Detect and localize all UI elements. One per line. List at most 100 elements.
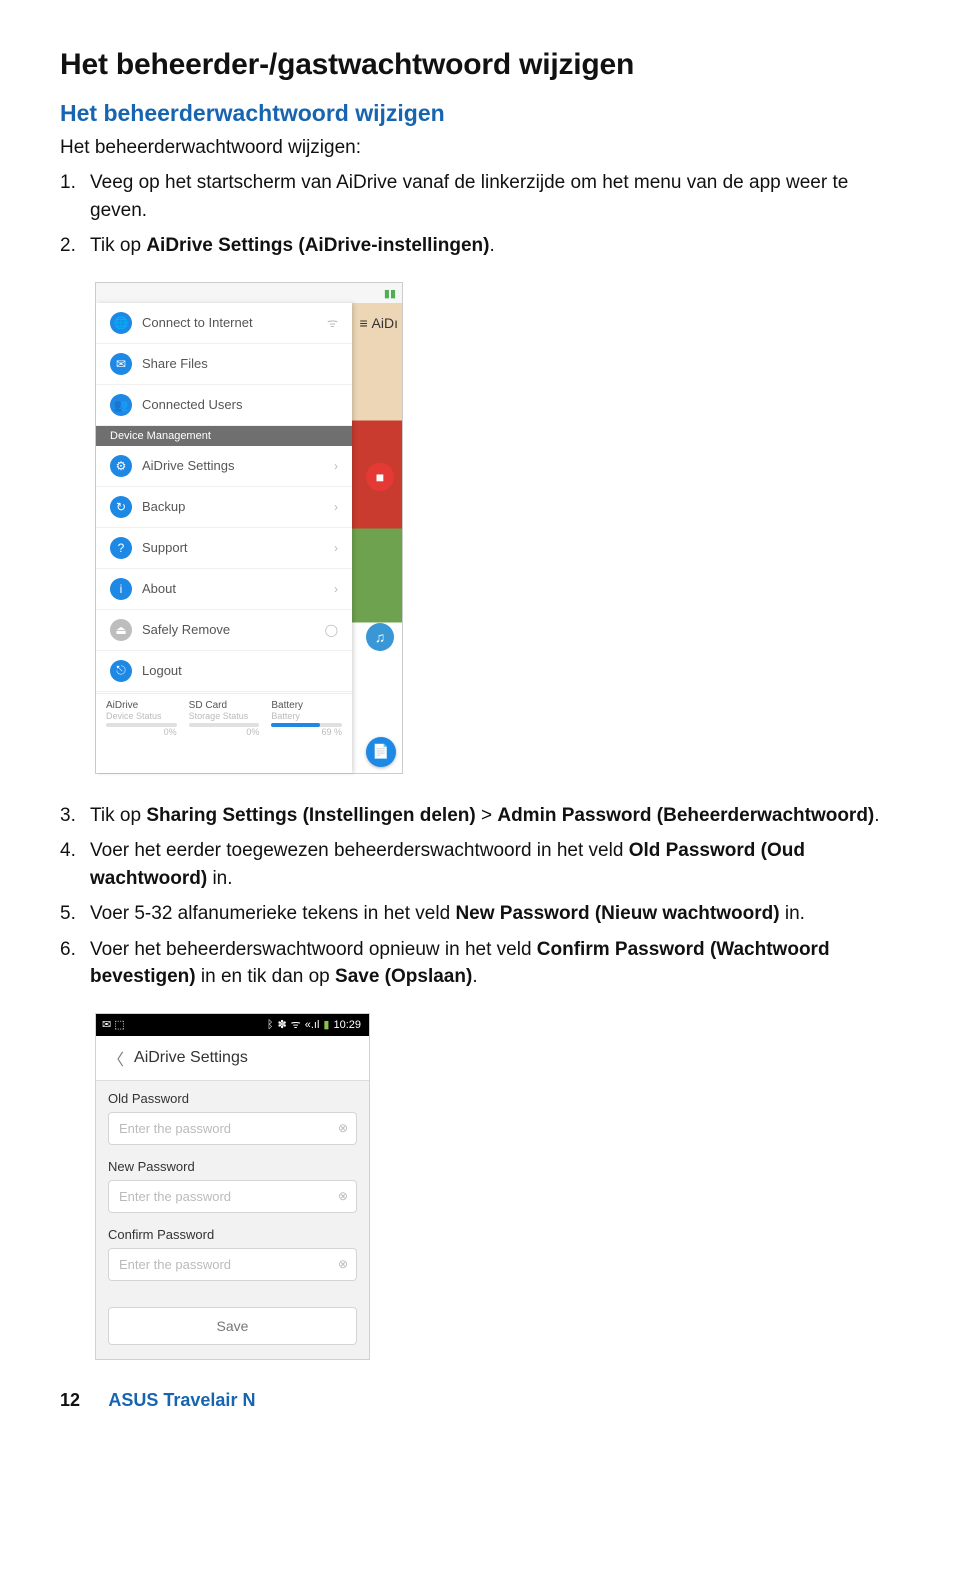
step-5: Voer 5-32 alfanumerieke tekens in het ve… xyxy=(60,900,900,928)
stat-label: AiDrive xyxy=(106,700,177,711)
drawer-item[interactable]: ✉Share Files xyxy=(96,344,352,385)
placeholder-text: Enter the password xyxy=(119,1189,231,1204)
placeholder-text: Enter the password xyxy=(119,1121,231,1136)
password-input[interactable]: Enter the password ⊗ xyxy=(108,1180,357,1213)
clear-icon[interactable]: ⊗ xyxy=(338,1121,348,1135)
video-icon: ■ xyxy=(366,463,394,491)
status-dot-icon: ◯ xyxy=(325,623,338,637)
drawer: 🌐 Connect to Internet ᯤ ✉Share Files 👥 Connec… xyxy=(96,303,352,773)
password-input[interactable]: Enter the password ⊗ xyxy=(108,1248,357,1281)
screenshot-aidrive-drawer: ▮▮ ≡ AiDı ■ ♫ 📄 🌐Connect to Internetᯤ✉Sh… xyxy=(95,282,900,774)
field-label: Old Password xyxy=(108,1089,357,1112)
drawer-item-icon: ⏏ xyxy=(110,619,132,641)
password-field-group: Confirm Password Enter the password ⊗ xyxy=(96,1217,369,1285)
stat-sub: Battery xyxy=(271,711,342,721)
chevron-right-icon: › xyxy=(334,459,338,473)
step-bold: AiDrive Settings (AiDrive-instellingen) xyxy=(146,235,489,256)
drawer-item[interactable]: ↻ Backup › xyxy=(96,487,352,528)
peek-title: ≡ AiDı xyxy=(359,315,398,331)
drawer-item-label: Connected Users xyxy=(142,397,242,412)
drawer-item-icon: ↻ xyxy=(110,496,132,518)
screenshot-aidrive-settings: ✉⬚ ᛒ ✽ ᯤ «.ıl ▮ 10:29 〈 AiDrive Settings… xyxy=(95,1013,900,1360)
drawer-item[interactable]: ⚙ AiDrive Settings › xyxy=(96,446,352,487)
drawer-item-icon: ? xyxy=(110,537,132,559)
drawer-item[interactable]: ⎋ Logout xyxy=(96,651,352,692)
stat-sub: Storage Status xyxy=(189,711,260,721)
stat-pct: 0% xyxy=(189,727,260,737)
step-bold: Admin Password (Beheerderwachtwoord) xyxy=(497,805,874,826)
clock: 10:29 xyxy=(333,1019,361,1031)
step-bold: New Password (Nieuw wachtwoord) xyxy=(455,903,779,924)
stat-bar xyxy=(189,723,260,727)
drawer-item-label: Backup xyxy=(142,499,185,514)
step-2: Tik op AiDrive Settings (AiDrive-instell… xyxy=(60,232,900,260)
drawer-item[interactable]: 👥 Connected Users xyxy=(96,385,352,426)
wifi-icon: ᯤ xyxy=(291,1017,301,1032)
bluetooth-icon: ᛒ xyxy=(267,1019,274,1031)
field-label: New Password xyxy=(108,1157,357,1180)
drawer-item-label: Connect to Internet xyxy=(142,315,253,330)
step-3: Tik op Sharing Settings (Instellingen de… xyxy=(60,802,900,830)
status-icon: ✉ xyxy=(102,1018,111,1031)
drawer-item-icon: 👥 xyxy=(110,394,132,416)
drawer-stats: AiDriveDevice Status0%SD CardStorage Sta… xyxy=(96,693,352,743)
drawer-item[interactable]: iAbout› xyxy=(96,569,352,610)
drawer-stat: SD CardStorage Status 0% xyxy=(189,700,260,737)
password-field-group: Old Password Enter the password ⊗ xyxy=(96,1081,369,1149)
section-title: Het beheerderwachtwoord wijzigen xyxy=(60,100,900,127)
settings-header: 〈 AiDrive Settings xyxy=(96,1036,369,1081)
page-number: 12 xyxy=(60,1390,80,1410)
stat-sub: Device Status xyxy=(106,711,177,721)
step-6: Voer het beheerderswachtwoord opnieuw in… xyxy=(60,936,900,991)
intro-text: Het beheerderwachtwoord wijzigen: xyxy=(60,137,900,159)
stat-bar xyxy=(106,723,177,727)
status-icon: ⬚ xyxy=(114,1018,124,1031)
drawer-item[interactable]: 🌐 Connect to Internet ᯤ xyxy=(96,303,352,344)
clear-icon[interactable]: ⊗ xyxy=(338,1257,348,1271)
drawer-item-icon: ⎋ xyxy=(110,660,132,682)
header-title: AiDrive Settings xyxy=(134,1049,248,1067)
footer-product: ASUS Travelair N xyxy=(108,1390,255,1410)
step-bold: Sharing Settings (Instellingen delen) xyxy=(146,805,475,826)
step-text: . xyxy=(489,235,494,256)
password-input[interactable]: Enter the password ⊗ xyxy=(108,1112,357,1145)
step-text: Tik op xyxy=(90,235,146,256)
drawer-item-icon: ✉ xyxy=(110,353,132,375)
signal-icon: «.ıl xyxy=(305,1019,320,1031)
step-text: Tik op xyxy=(90,805,146,826)
signal-icon: ▮▮ xyxy=(384,287,396,300)
step-text: in. xyxy=(780,903,805,924)
placeholder-text: Enter the password xyxy=(119,1257,231,1272)
wifi-icon: ✽ xyxy=(277,1018,286,1031)
step-text: . xyxy=(874,805,879,826)
add-file-button[interactable]: 📄 xyxy=(366,737,396,767)
drawer-stat: BatteryBattery 69 % xyxy=(271,700,342,737)
field-label: Confirm Password xyxy=(108,1225,357,1248)
save-button[interactable]: Save xyxy=(108,1307,357,1345)
drawer-section-header: Device Management xyxy=(96,426,352,446)
chevron-right-icon: › xyxy=(334,582,338,596)
back-icon[interactable]: 〈 xyxy=(108,1046,124,1070)
drawer-stat: AiDriveDevice Status 0% xyxy=(106,700,177,737)
drawer-item-label: Logout xyxy=(142,663,182,678)
step-1: Veeg op het startscherm van AiDrive vana… xyxy=(60,169,900,224)
drawer-item-icon: 🌐 xyxy=(110,312,132,334)
stat-pct: 0% xyxy=(106,727,177,737)
stat-label: Battery xyxy=(271,700,342,711)
chevron-right-icon: › xyxy=(334,500,338,514)
stat-bar xyxy=(271,723,342,727)
step-bold: Save (Opslaan) xyxy=(335,966,472,987)
drawer-item[interactable]: ?Support› xyxy=(96,528,352,569)
status-bar: ✉⬚ ᛒ ✽ ᯤ «.ıl ▮ 10:29 xyxy=(96,1014,369,1036)
stat-label: SD Card xyxy=(189,700,260,711)
step-text: Voer 5-32 alfanumerieke tekens in het ve… xyxy=(90,903,455,924)
clear-icon[interactable]: ⊗ xyxy=(338,1189,348,1203)
background-peek xyxy=(350,303,402,773)
stat-pct: 69 % xyxy=(271,727,342,737)
wifi-indicator-icon: ᯤ xyxy=(327,314,338,331)
drawer-item[interactable]: ⏏Safely Remove◯ xyxy=(96,610,352,651)
step-text: in en tik dan op xyxy=(196,966,335,987)
status-bar: ▮▮ xyxy=(96,283,402,303)
drawer-item-icon: ⚙ xyxy=(110,455,132,477)
drawer-item-label: AiDrive Settings xyxy=(142,458,234,473)
